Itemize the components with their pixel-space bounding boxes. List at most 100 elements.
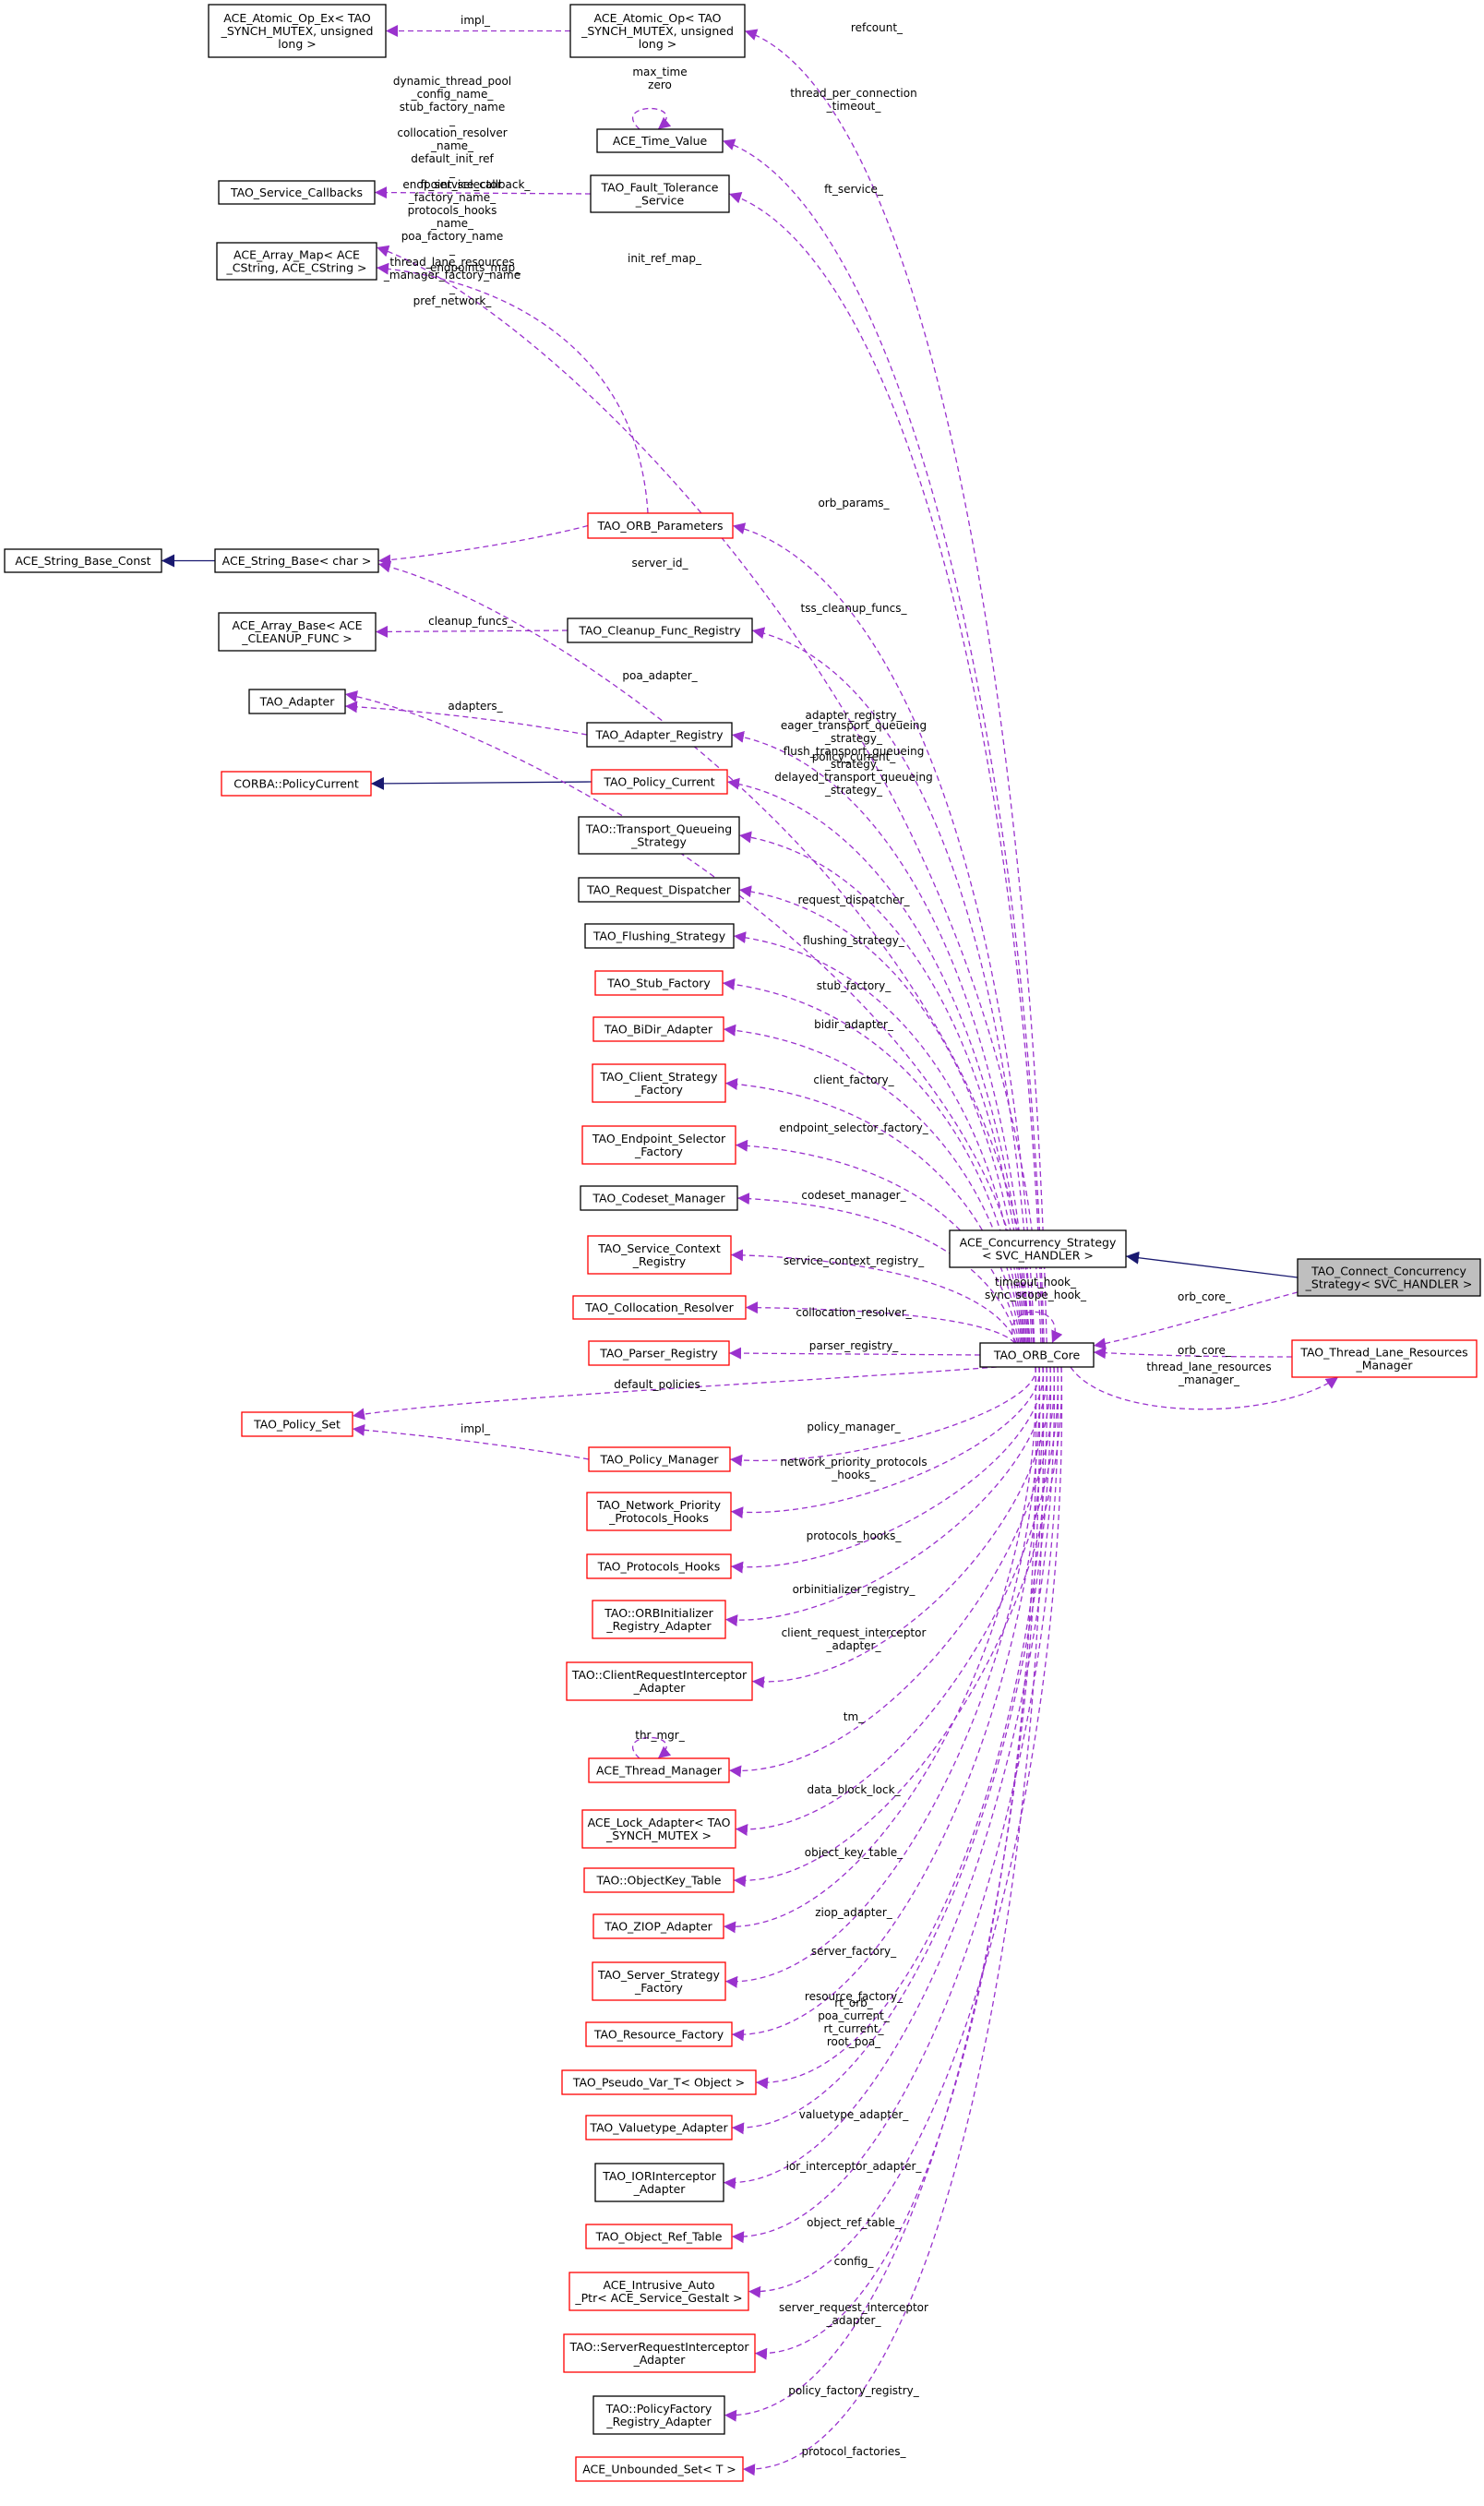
node-policy-current[interactable]: TAO_Policy_Current: [591, 769, 728, 795]
node-corba-policycurrent[interactable]: CORBA::PolicyCurrent: [221, 771, 372, 797]
node-client-strategy-factory[interactable]: TAO_Client_Strategy_Factory: [592, 1063, 726, 1103]
node-array-map[interactable]: ACE_Array_Map< ACE_CString, ACE_CString …: [216, 242, 377, 281]
edge-label-server-factory: server_factory_: [811, 1945, 897, 1958]
node-connect-concurrency[interactable]: TAO_Connect_Concurrency_Strategy< SVC_HA…: [1297, 1258, 1481, 1297]
node-array-base[interactable]: ACE_Array_Base< ACE_CLEANUP_FUNC >: [218, 612, 377, 652]
node-string-base-const[interactable]: ACE_String_Base_Const: [4, 548, 162, 573]
node-server-request-interceptor[interactable]: TAO::ServerRequestInterceptor_Adapter: [563, 2333, 756, 2373]
edge-label-line: orbinitializer_registry_: [793, 1583, 916, 1596]
node-label: TAO_Cleanup_Func_Registry: [578, 624, 741, 638]
collaboration-diagram: impl_ ft_service_callback_ endpoints_map_ d…: [0, 0, 1484, 2501]
edge-label-ziop-adapter: ziop_adapter_: [815, 1906, 893, 1919]
node-parser-registry[interactable]: TAO_Parser_Registry: [588, 1340, 730, 1366]
edge-label-server-request-interceptor: server_request_interceptor _adapter_: [779, 2301, 928, 2327]
node-stub-factory[interactable]: TAO_Stub_Factory: [594, 970, 724, 996]
edge-label-line: stub_factory_: [817, 979, 892, 992]
edge-label-line: ft_service_: [824, 183, 884, 196]
edge-label-line: endpoint_selector: [402, 178, 501, 191]
node-label: _SYNCH_MUTEX, unsigned: [580, 24, 734, 38]
node-atomic-op[interactable]: ACE_Atomic_Op< TAO_SYNCH_MUTEX, unsigned…: [569, 4, 746, 58]
node-adapter[interactable]: TAO_Adapter: [248, 689, 346, 714]
node-orb-parameters[interactable]: TAO_ORB_Parameters: [587, 512, 734, 539]
node-thread-manager[interactable]: ACE_Thread_Manager: [588, 1757, 730, 1783]
edge-label-line: thr_mgr_: [635, 1729, 685, 1742]
node-label: TAO_Protocols_Hooks: [597, 1560, 721, 1574]
node-lock-adapter[interactable]: ACE_Lock_Adapter< TAO_SYNCH_MUTEX >: [581, 1809, 736, 1849]
node-label: < SVC_HANDLER >: [982, 1249, 1094, 1263]
edge-label-impl1: impl_: [461, 14, 491, 27]
edge-policy-factory-registry: [724, 1366, 1041, 2422]
node-label: _Factory: [634, 1083, 684, 1097]
node-policyfactory-registry[interactable]: TAO::PolicyFactory_Registry_Adapter: [592, 2395, 725, 2435]
node-label: _Adapter: [633, 2182, 687, 2196]
edge-label-line: eager_transport_queueing: [781, 719, 927, 732]
node-policy-manager[interactable]: TAO_Policy_Manager: [588, 1446, 731, 1472]
edge-label-init-ref-map: init_ref_map_: [628, 252, 702, 265]
edge-label-line: orb_core_: [1178, 1344, 1232, 1357]
node-label: TAO::ServerRequestInterceptor: [568, 2340, 749, 2354]
node-adapter-registry[interactable]: TAO_Adapter_Registry: [586, 722, 733, 748]
edge-label-line: data_block_lock_: [807, 1783, 901, 1796]
edge-label-line: dynamic_thread_pool: [393, 75, 511, 88]
edge-label-thread-lane-manager: thread_lane_resources _manager_: [1146, 1361, 1271, 1386]
edge-label-orb-params: orb_params_: [818, 497, 890, 510]
node-label: TAO::ObjectKey_Table: [596, 1874, 722, 1888]
edge-label-line: stub_factory_name: [400, 101, 505, 114]
node-valuetype-adapter[interactable]: TAO_Valuetype_Adapter: [585, 2115, 733, 2140]
node-request-dispatcher[interactable]: TAO_Request_Dispatcher: [578, 877, 740, 903]
node-object-ref-table[interactable]: TAO_Object_Ref_Table: [585, 2224, 733, 2249]
edge-valuetype-adapter: [731, 1366, 1052, 2135]
edge-label-line: _name_: [430, 217, 474, 230]
edge-string-names: [377, 524, 589, 567]
edge-label-line: protocols_hooks: [408, 204, 497, 217]
edge-label-protocol-factories: protocol_factories_: [801, 2445, 906, 2458]
node-policy-set[interactable]: TAO_Policy_Set: [241, 1411, 353, 1437]
edge-label-line: _manager_factory_name: [383, 269, 521, 282]
edge-label-codeset-manager: codeset_manager_: [801, 1189, 906, 1202]
node-protocols-hooks[interactable]: TAO_Protocols_Hooks: [586, 1553, 732, 1579]
edge-label-line: _adapter_: [826, 1639, 882, 1652]
node-bidir-adapter[interactable]: TAO_BiDir_Adapter: [592, 1016, 724, 1042]
edge-label-line: root_poa_: [827, 2035, 881, 2048]
node-label: TAO_ORB_Parameters: [597, 519, 724, 533]
edge-label-flushing-strategy: flushing_strategy_: [803, 934, 905, 947]
node-label: ACE_Atomic_Op< TAO: [594, 11, 722, 25]
node-client-request-interceptor[interactable]: TAO::ClientRequestInterceptor_Adapter: [566, 1661, 753, 1701]
node-transport-queueing[interactable]: TAO::Transport_Queueing_Strategy: [578, 816, 740, 855]
node-unbounded-set[interactable]: ACE_Unbounded_Set< T >: [575, 2456, 744, 2482]
node-thread-lane-resources[interactable]: TAO_Thread_Lane_Resources_Manager: [1291, 1339, 1478, 1378]
node-service-callbacks[interactable]: TAO_Service_Callbacks: [218, 180, 376, 205]
edge-label-ft-service: ft_service_: [824, 183, 884, 196]
node-collocation-resolver[interactable]: TAO_Collocation_Resolver: [572, 1295, 747, 1320]
edge-label-parser-registry: parser_registry_: [809, 1339, 899, 1352]
node-string-base[interactable]: ACE_String_Base< char >: [214, 548, 379, 573]
edge-label-service-context-registry: service_context_registry_: [784, 1254, 925, 1267]
node-codeset-manager[interactable]: TAO_Codeset_Manager: [580, 1185, 738, 1211]
node-iorinterceptor-adapter[interactable]: TAO_IORInterceptor_Adapter: [594, 2163, 724, 2202]
node-orb-core[interactable]: TAO_ORB_Core: [979, 1342, 1095, 1368]
node-label: _Adapter: [633, 2353, 687, 2367]
edge-label-line: thread_per_connection: [790, 87, 916, 100]
edge-label-line: policy_manager_: [807, 1421, 901, 1433]
edge-label-line: ziop_adapter_: [815, 1906, 893, 1919]
node-cleanup-func-registry[interactable]: TAO_Cleanup_Func_Registry: [567, 618, 753, 643]
node-intrusive-auto-ptr[interactable]: ACE_Intrusive_Auto_Ptr< ACE_Service_Gest…: [568, 2272, 749, 2311]
node-fault-tolerance[interactable]: TAO_Fault_Tolerance_Service: [590, 174, 730, 213]
node-service-context-registry[interactable]: TAO_Service_Context_Registry: [587, 1235, 732, 1275]
node-objectkey-table[interactable]: TAO::ObjectKey_Table: [583, 1867, 735, 1893]
node-atomic-op-ex[interactable]: ACE_Atomic_Op_Ex< TAO_SYNCH_MUTEX, unsig…: [208, 4, 387, 58]
edge-label-line: _adapter_: [826, 2314, 882, 2327]
node-endpoint-selector-factory[interactable]: TAO_Endpoint_Selector_Factory: [581, 1125, 736, 1165]
node-resource-factory[interactable]: TAO_Resource_Factory: [585, 2021, 733, 2047]
node-server-strategy-factory[interactable]: TAO_Server_Strategy_Factory: [592, 1961, 726, 2001]
node-flushing-strategy[interactable]: TAO_Flushing_Strategy: [584, 923, 735, 949]
node-time-value[interactable]: ACE_Time_Value: [596, 128, 724, 153]
node-pseudo-var[interactable]: TAO_Pseudo_Var_T< Object >: [561, 2069, 757, 2095]
node-concurrency-strategy[interactable]: ACE_Concurrency_Strategy< SVC_HANDLER >: [949, 1229, 1127, 1268]
node-ziop-adapter[interactable]: TAO_ZIOP_Adapter: [592, 1913, 724, 1939]
node-orbinitializer-registry[interactable]: TAO::ORBInitializer_Registry_Adapter: [592, 1600, 726, 1639]
node-label: _SYNCH_MUTEX, unsigned: [221, 24, 374, 38]
node-label: TAO_Flushing_Strategy: [592, 929, 726, 943]
node-label: TAO_Policy_Set: [253, 1418, 341, 1432]
node-network-priority[interactable]: TAO_Network_Priority_Protocols_Hooks: [586, 1492, 732, 1531]
